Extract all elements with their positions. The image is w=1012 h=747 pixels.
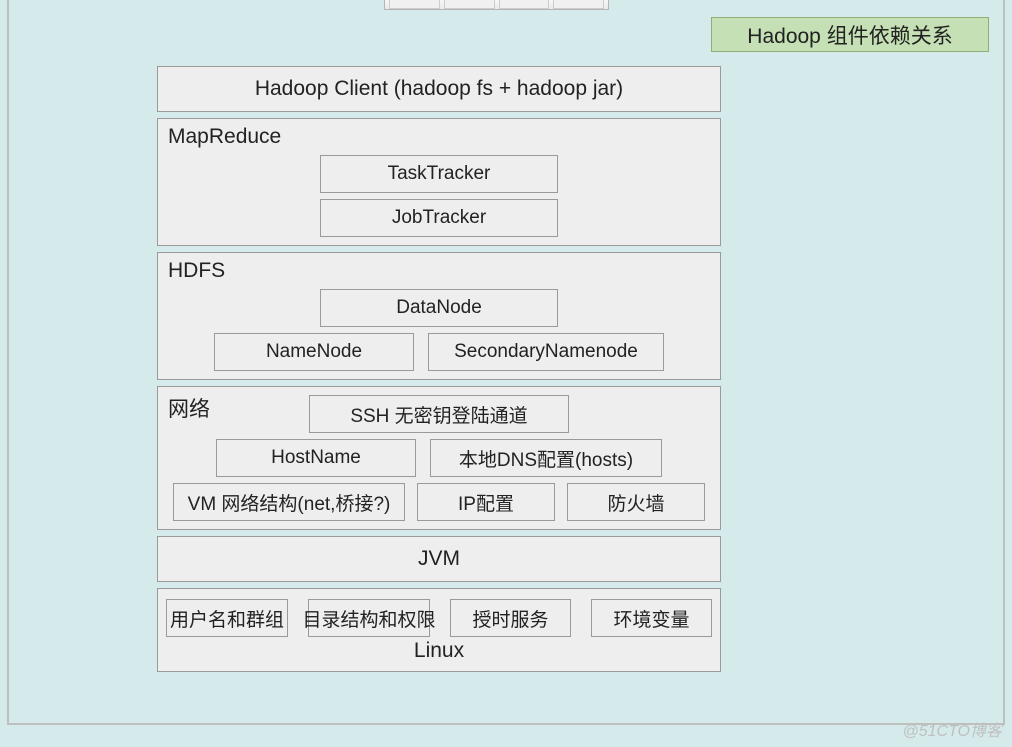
diagram-title-text: Hadoop 组件依赖关系 (747, 20, 952, 50)
cell-secondary-namenode: SecondaryNamenode (428, 333, 664, 371)
layer-jvm: JVM (157, 536, 721, 582)
cell-vm-network: VM 网络结构(net,桥接?) (173, 483, 405, 521)
layer-network: 网络 SSH 无密钥登陆通道 HostName 本地DNS配置(hosts) V… (157, 386, 721, 530)
jvm-label: JVM (166, 543, 712, 575)
cell-hostname: HostName (216, 439, 416, 477)
hadoop-dependency-diagram: Hadoop Client (hadoop fs + hadoop jar) M… (157, 66, 721, 678)
page-container: Hadoop 组件依赖关系 Hadoop Client (hadoop fs +… (7, 0, 1005, 725)
cell-user-group: 用户名和群组 (166, 599, 288, 637)
cell-dir-perm: 目录结构和权限 (308, 599, 430, 637)
cell-ip-config: IP配置 (417, 483, 555, 521)
cell-env-vars: 环境变量 (591, 599, 712, 637)
layer-mapreduce: MapReduce TaskTracker JobTracker (157, 118, 721, 246)
toolbar-fragment (384, 0, 609, 10)
cell-task-tracker: TaskTracker (320, 155, 558, 193)
linux-label: Linux (166, 639, 712, 663)
cell-job-tracker: JobTracker (320, 199, 558, 237)
cell-local-dns: 本地DNS配置(hosts) (430, 439, 662, 477)
cell-name-node: NameNode (214, 333, 414, 371)
watermark: @51CTO博客 (902, 717, 1002, 741)
layer-hdfs: HDFS DataNode NameNode SecondaryNamenode (157, 252, 721, 380)
hadoop-client-label: Hadoop Client (hadoop fs + hadoop jar) (166, 73, 712, 105)
cell-firewall: 防火墙 (567, 483, 705, 521)
cell-ssh-tunnel: SSH 无密钥登陆通道 (309, 395, 569, 433)
diagram-title-badge: Hadoop 组件依赖关系 (711, 17, 989, 52)
hdfs-label: HDFS (166, 257, 712, 283)
layer-hadoop-client: Hadoop Client (hadoop fs + hadoop jar) (157, 66, 721, 112)
layer-linux: 用户名和群组 目录结构和权限 授时服务 环境变量 Linux (157, 588, 721, 672)
mapreduce-label: MapReduce (166, 123, 712, 149)
cell-data-node: DataNode (320, 289, 558, 327)
cell-ntp-service: 授时服务 (450, 599, 571, 637)
